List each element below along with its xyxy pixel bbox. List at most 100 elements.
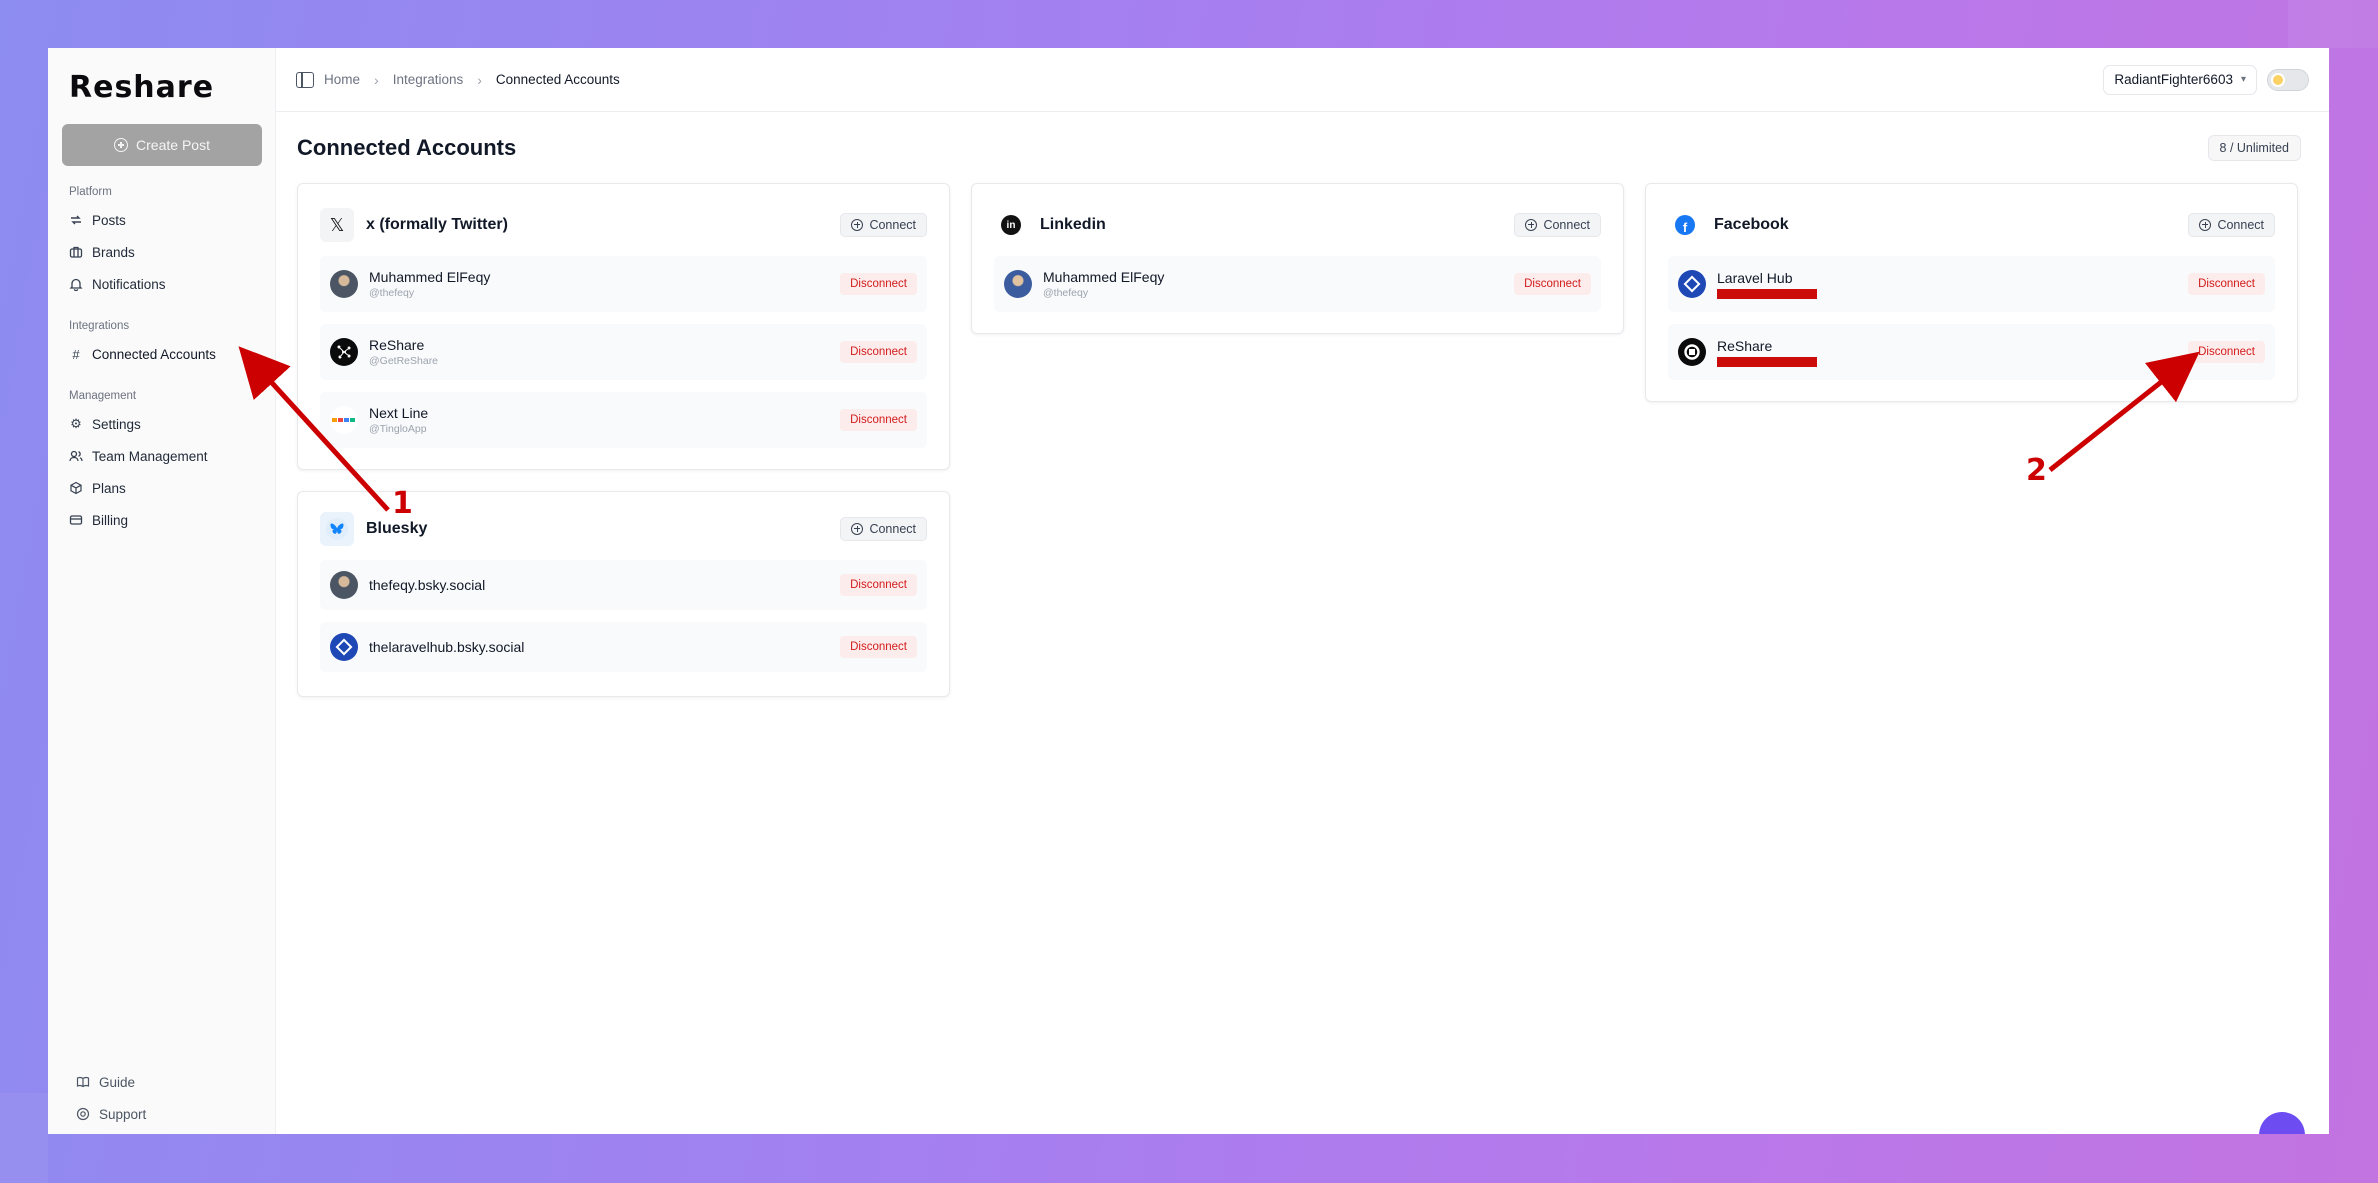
platform-card-bluesky: Bluesky Connect thefeqy.bsky.social Disc… [297,491,950,697]
background-corner [2288,0,2378,48]
sidebar-item-connected-accounts[interactable]: # Connected Accounts [62,338,261,370]
sidebar-item-label: Settings [92,416,141,432]
account-row: Next Line @TingloApp Disconnect [320,392,927,448]
sidebar-item-label: Brands [92,244,135,260]
disconnect-button[interactable]: Disconnect [2188,273,2265,295]
account-name: thelaravelhub.bsky.social [369,639,525,655]
account-row: ReShare @GetReShare Disconnect [320,324,927,380]
create-post-button[interactable]: Create Post [62,124,262,166]
disconnect-button[interactable]: Disconnect [840,341,917,363]
box-icon [69,481,83,495]
annotation-label-1: 1 [392,486,413,521]
sidebar-item-label: Posts [92,212,126,228]
disconnect-button[interactable]: Disconnect [1514,273,1591,295]
account-row: Muhammed ElFeqy @thefeqy Disconnect [994,256,1601,312]
credit-card-icon [69,513,83,527]
disconnect-button[interactable]: Disconnect [840,273,917,295]
connect-button[interactable]: Connect [840,517,927,541]
account-name: thefeqy.bsky.social [369,577,486,593]
account-handle: @GetReShare [369,355,439,367]
facebook-logo-icon: f [1668,208,1702,242]
sidebar-item-billing[interactable]: Billing [62,504,261,536]
top-bar-right: RadiantFighter6603 ▾ [2103,64,2309,95]
sidebar-item-label: Plans [92,480,126,496]
create-post-label: Create Post [136,137,210,153]
briefcase-icon [69,245,83,259]
platform-card-x: 𝕏 x (formally Twitter) Connect Muhammed … [297,183,950,470]
sidebar-item-label: Guide [99,1074,136,1090]
platform-name: Bluesky [366,520,428,537]
account-name: ReShare [369,337,425,353]
avatar [1004,270,1032,298]
sidebar-item-support[interactable]: Support [62,1098,262,1130]
gear-icon: ⚙ [70,416,82,431]
lifebuoy-icon [76,1107,90,1121]
avatar [1678,270,1706,298]
account-name: Laravel Hub [1717,269,1793,286]
top-bar: Home › Integrations › Connected Accounts… [276,48,2329,112]
avatar [330,338,358,366]
annotation-label-2: 2 [2026,453,2047,488]
book-icon [76,1075,90,1089]
page-title: Connected Accounts [297,135,517,160]
disconnect-button[interactable]: Disconnect [840,636,917,658]
connect-label: Connect [1543,218,1590,232]
account-row: Laravel Hub Disconnect [1668,256,2275,312]
theme-toggle[interactable] [2267,68,2309,91]
disconnect-button[interactable]: Disconnect [840,574,917,596]
sidebar-item-posts[interactable]: Posts [62,204,261,236]
sidebar-section-platform: Platform [69,186,112,198]
account-row: thefeqy.bsky.social Disconnect [320,560,927,610]
account-name: Muhammed ElFeqy [369,269,491,285]
connect-button[interactable]: Connect [1514,213,1601,237]
platform-name: Facebook [1714,216,1789,233]
platform-name: Linkedin [1040,216,1106,233]
avatar [330,406,358,434]
sidebar-item-guide[interactable]: Guide [62,1066,262,1098]
plus-circle-icon [114,138,129,152]
sidebar-item-label: Connected Accounts [92,346,216,362]
sidebar-item-settings[interactable]: ⚙ Settings [62,408,261,440]
sidebar-item-notifications[interactable]: Notifications [62,268,261,300]
sidebar-item-label: Billing [92,512,129,528]
card-header: 𝕏 x (formally Twitter) Connect [320,194,927,256]
breadcrumb-current: Connected Accounts [495,72,620,87]
avatar [330,571,358,599]
disconnect-button[interactable]: Disconnect [2188,341,2265,363]
account-row: thelaravelhub.bsky.social Disconnect [320,622,927,672]
connect-button[interactable]: Connect [840,213,927,237]
chevron-right-icon: › [374,71,379,88]
linkedin-logo-icon: in [994,208,1028,242]
sidebar: Reshare Create Post Platform Posts Brand… [48,48,276,1134]
sidebar-item-team-management[interactable]: Team Management [62,440,261,472]
redaction-bar [1717,288,1817,299]
chat-launcher-button[interactable] [2259,1112,2305,1134]
platform-card-facebook: f Facebook Connect Laravel Hub Disconnec… [1645,183,2298,402]
bluesky-logo-icon [320,512,354,546]
breadcrumb-integrations[interactable]: Integrations [393,72,464,87]
breadcrumb: Home › Integrations › Connected Accounts [324,72,620,88]
account-quota-badge: 8 / Unlimited [2207,135,2301,161]
disconnect-button[interactable]: Disconnect [840,409,917,431]
sidebar-toggle-icon[interactable] [296,71,314,88]
repost-icon [69,213,83,227]
sidebar-item-plans[interactable]: Plans [62,472,261,504]
chevron-right-icon: › [477,71,482,88]
breadcrumb-home[interactable]: Home [324,72,360,87]
sidebar-item-brands[interactable]: Brands [62,236,261,268]
connect-button[interactable]: Connect [2188,213,2275,237]
app-logo[interactable]: Reshare [62,70,261,110]
app-window: Reshare Create Post Platform Posts Brand… [48,48,2329,1134]
sidebar-item-label: Notifications [92,276,166,292]
sun-icon [2273,74,2283,85]
account-switcher[interactable]: RadiantFighter6603 ▾ [2103,64,2257,95]
bell-icon [69,277,83,291]
account-name: ReShare [1717,337,1773,354]
plus-circle-icon [2199,219,2212,231]
card-header: in Linkedin Connect [994,194,1601,256]
main-content: Home › Integrations › Connected Accounts… [276,48,2329,1134]
account-row: ReShare Disconnect [1668,324,2275,380]
avatar [330,270,358,298]
platform-card-linkedin: in Linkedin Connect Muhammed ElFeqy @the… [971,183,1624,334]
sidebar-item-label: Team Management [92,448,208,464]
